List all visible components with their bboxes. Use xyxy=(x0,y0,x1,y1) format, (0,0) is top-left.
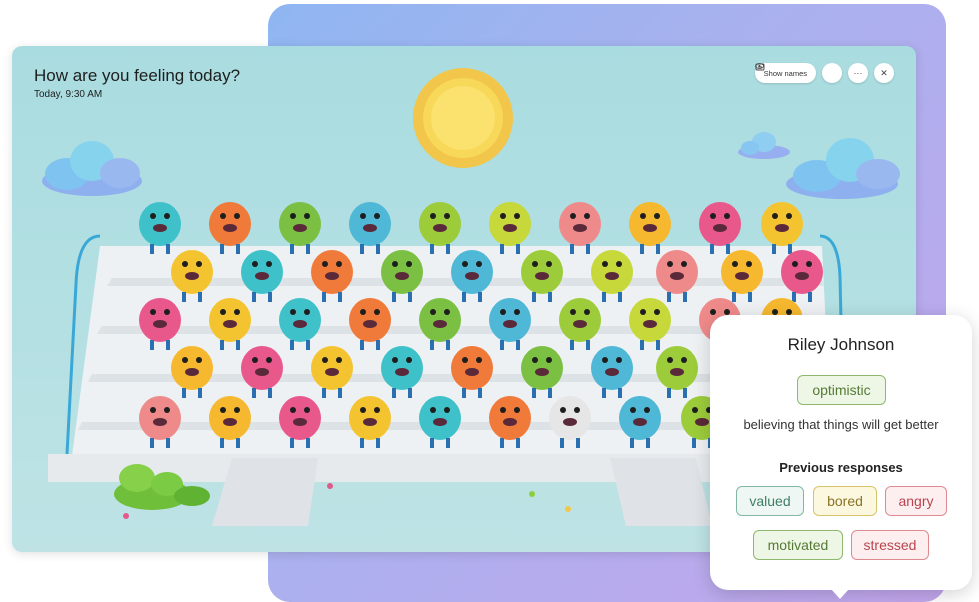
present-button[interactable] xyxy=(755,63,842,83)
present-icon xyxy=(755,63,765,71)
student-name: Riley Johnson xyxy=(787,335,895,354)
cloud-small-icon xyxy=(738,132,790,159)
cloud-left-icon xyxy=(42,141,142,196)
current-emotion-tag[interactable]: optimistic xyxy=(797,375,886,405)
previous-response-tag[interactable]: angry xyxy=(885,486,947,516)
toolbar: Show names ··· ✕ xyxy=(754,63,894,83)
close-button[interactable]: ✕ xyxy=(874,63,894,83)
sun-icon xyxy=(413,68,513,168)
student-response-card: Riley Johnson optimistic believing that … xyxy=(710,315,972,599)
more-options-button[interactable]: ··· xyxy=(848,63,868,83)
emotion-definition: believing that things will get better xyxy=(743,417,939,432)
previous-response-tag[interactable]: valued xyxy=(736,486,804,516)
show-names-label: Show names xyxy=(763,68,807,78)
page-timestamp: Today, 9:30 AM xyxy=(34,89,103,100)
cloud-right-icon xyxy=(786,138,900,199)
previous-responses-heading: Previous responses xyxy=(779,460,903,475)
previous-response-tag[interactable]: stressed xyxy=(851,530,929,560)
previous-response-tag[interactable]: bored xyxy=(813,486,877,516)
page-title: How are you feeling today? xyxy=(34,66,241,85)
close-icon: ✕ xyxy=(880,67,888,78)
previous-response-tag[interactable]: motivated xyxy=(753,530,843,560)
more-icon: ··· xyxy=(853,68,863,78)
